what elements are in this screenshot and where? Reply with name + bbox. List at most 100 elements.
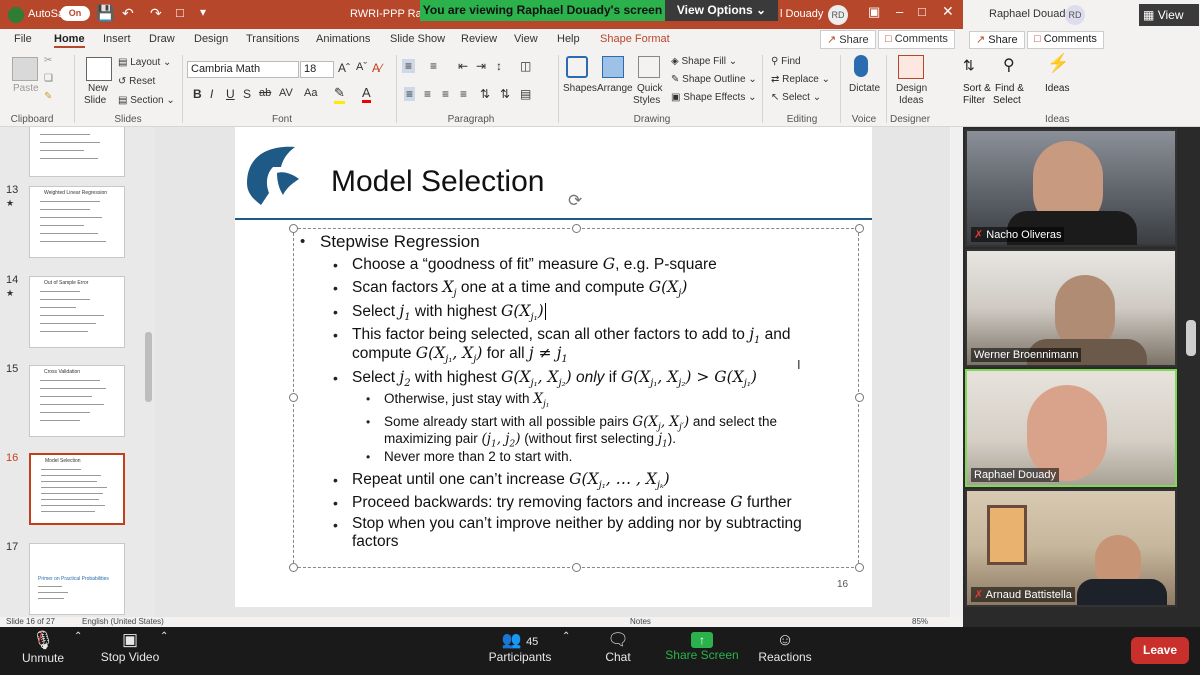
bullets-icon[interactable]: ≡: [402, 59, 416, 73]
find-select-icon[interactable]: ⚲: [1003, 55, 1015, 75]
resize-handle[interactable]: [289, 563, 298, 572]
paste-label[interactable]: Paste: [13, 83, 39, 94]
change-case-icon[interactable]: Aa: [304, 87, 317, 99]
leave-button[interactable]: Leave: [1131, 637, 1189, 664]
decrease-font-icon[interactable]: Aˇ: [356, 61, 367, 73]
unmute-button[interactable]: 🎙 / Unmute: [14, 630, 72, 665]
tab-design[interactable]: Design: [194, 33, 228, 45]
tab-home[interactable]: Home: [54, 33, 85, 48]
present-icon[interactable]: □: [176, 5, 184, 20]
layout-button[interactable]: ▤ Layout ⌄: [118, 57, 171, 68]
reactions-button[interactable]: ☺ Reactions: [756, 630, 814, 664]
increase-indent-icon[interactable]: ⇥: [476, 59, 486, 73]
arrange-icon[interactable]: [602, 56, 624, 78]
tab-slide-show[interactable]: Slide Show: [390, 33, 445, 45]
thumbnail-slide-16[interactable]: Model Selection: [29, 453, 125, 525]
resize-handle[interactable]: [855, 563, 864, 572]
new-slide-icon[interactable]: [86, 57, 112, 81]
ribbon-display-icon[interactable]: ▣: [868, 4, 880, 20]
share-screen-button[interactable]: ↑ Share Screen: [664, 630, 740, 662]
reset-button[interactable]: ↺ Reset: [118, 76, 155, 87]
secondary-share-button[interactable]: ↗ Share: [969, 31, 1025, 49]
shapes-icon[interactable]: [566, 56, 588, 78]
participants-chevron-icon[interactable]: ⌃: [562, 631, 570, 642]
font-color-icon[interactable]: A: [362, 85, 371, 103]
align-right-icon[interactable]: ≡: [442, 87, 449, 101]
shape-effects-button[interactable]: ▣ Shape Effects ⌄: [671, 92, 757, 103]
avatar[interactable]: RD: [1065, 5, 1085, 25]
vertical-scrollbar[interactable]: [951, 127, 963, 617]
justify-icon[interactable]: ≡: [460, 87, 467, 101]
rotate-handle-icon[interactable]: ⟳: [568, 191, 582, 211]
resize-handle[interactable]: [855, 224, 864, 233]
thumbnail-slide-13[interactable]: Weighted Linear Regression: [29, 186, 125, 258]
shadow-icon[interactable]: S: [243, 87, 251, 101]
view-options-button[interactable]: View Options ⌄: [665, 0, 778, 21]
spacing-icon[interactable]: AV: [279, 87, 293, 99]
replace-button[interactable]: ⇄ Replace ⌄: [771, 74, 830, 85]
quick-styles-icon[interactable]: [638, 56, 660, 78]
section-button[interactable]: ▤ Section ⌄: [118, 95, 175, 106]
cut-icon[interactable]: ✂: [44, 55, 52, 66]
view-button[interactable]: ▦ View: [1139, 4, 1199, 26]
find-select-label[interactable]: Find &: [995, 83, 1024, 94]
comments-button[interactable]: □ Comments: [878, 30, 955, 49]
close-icon[interactable]: ✕: [942, 3, 954, 20]
sort-icon[interactable]: ⇅: [963, 57, 975, 74]
increase-font-icon[interactable]: Aˆ: [338, 61, 350, 75]
language-status[interactable]: English (United States): [82, 617, 164, 626]
thumbnail-slide-14[interactable]: Out of Sample Error: [29, 276, 125, 348]
resize-handle[interactable]: [572, 563, 581, 572]
strikethrough-icon[interactable]: ab: [259, 87, 271, 99]
thumbnail-slide-17[interactable]: Primer on Practical Probabilities: [29, 543, 125, 615]
tab-view[interactable]: View: [514, 33, 538, 45]
resize-handle[interactable]: [855, 393, 864, 402]
notes-button[interactable]: Notes: [630, 617, 651, 626]
columns-icon[interactable]: ◫: [520, 59, 531, 73]
thumbnail-slide-12[interactable]: [29, 127, 125, 177]
align-text-icon[interactable]: ⇅: [500, 87, 510, 101]
tab-file[interactable]: File: [14, 33, 32, 45]
audio-options-chevron-icon[interactable]: ⌃: [74, 631, 82, 642]
sort-label-2[interactable]: Filter: [963, 95, 985, 106]
minimize-icon[interactable]: –: [896, 4, 903, 19]
gallery-scrollbar[interactable]: [1186, 320, 1196, 356]
quick-styles-label[interactable]: Quick: [637, 83, 663, 94]
underline-icon[interactable]: U: [226, 87, 235, 101]
tab-transitions[interactable]: Transitions: [246, 33, 299, 45]
participants-button[interactable]: 👥 45 Participants: [484, 630, 556, 664]
align-center-icon[interactable]: ≡: [424, 87, 431, 101]
shape-outline-button[interactable]: ✎ Shape Outline ⌄: [671, 74, 757, 85]
find-select-label-2[interactable]: Select: [993, 95, 1021, 106]
resize-handle[interactable]: [572, 224, 581, 233]
clear-format-icon[interactable]: A∕: [372, 61, 382, 75]
autosave-toggle[interactable]: On: [60, 6, 90, 21]
design-ideas-label-2[interactable]: Ideas: [899, 95, 923, 106]
customize-icon[interactable]: ▾: [200, 5, 206, 19]
video-tile-arnaud[interactable]: ✗ Arnaud Battistella: [965, 489, 1177, 607]
arrange-label[interactable]: Arrange: [597, 83, 633, 94]
slide-thumbnails-pane[interactable]: 13 ★ Weighted Linear Regression 14 ★ Out…: [0, 127, 155, 617]
microphone-icon[interactable]: [854, 55, 868, 77]
italic-icon[interactable]: I: [210, 87, 213, 101]
chat-button[interactable]: 🗨 Chat: [596, 630, 640, 664]
sort-label[interactable]: Sort &: [963, 83, 991, 94]
tab-help[interactable]: Help: [557, 33, 580, 45]
secondary-comments-button[interactable]: □ Comments: [1027, 31, 1104, 49]
tab-animations[interactable]: Animations: [316, 33, 370, 45]
resize-handle[interactable]: [289, 224, 298, 233]
line-spacing-icon[interactable]: ↕: [496, 59, 502, 73]
redo-icon[interactable]: ↷: [150, 5, 162, 22]
paste-icon[interactable]: [12, 57, 38, 81]
save-icon[interactable]: 💾: [96, 4, 115, 22]
avatar[interactable]: RD: [828, 5, 848, 25]
slide-canvas[interactable]: Model Selection ⟳ 16 • Stepwise Regressi…: [235, 127, 872, 607]
shape-fill-button[interactable]: ◈ Shape Fill ⌄: [671, 56, 737, 67]
dictate-label[interactable]: Dictate: [849, 83, 880, 94]
shapes-label[interactable]: Shapes: [563, 83, 597, 94]
undo-icon[interactable]: ↶: [122, 5, 134, 22]
video-tile-raphael[interactable]: Raphael Douady: [965, 369, 1177, 487]
stop-video-button[interactable]: ▣ Stop Video: [96, 630, 164, 664]
decrease-indent-icon[interactable]: ⇤: [458, 59, 468, 73]
share-button[interactable]: ↗ Share: [820, 30, 876, 49]
